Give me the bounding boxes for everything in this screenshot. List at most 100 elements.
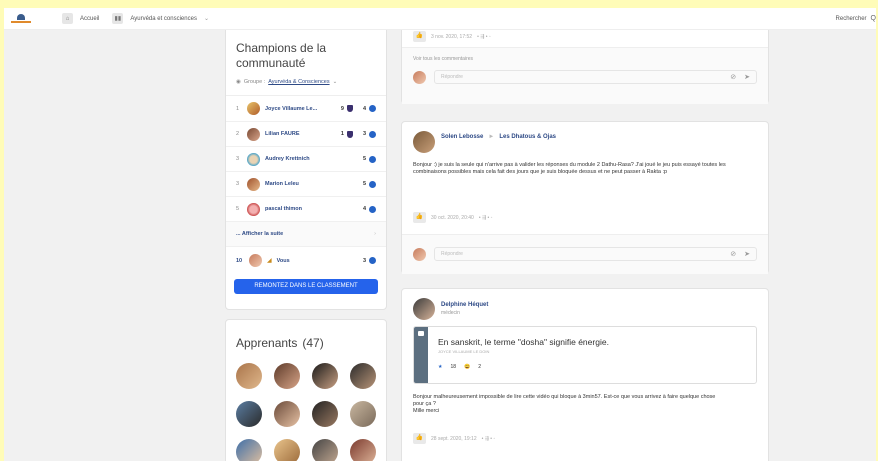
post-card: 👍 3 nov. 2020, 17:52 • ⇶ • ◦ Voir tous l… xyxy=(401,30,769,104)
avatar xyxy=(247,177,260,191)
avatar[interactable] xyxy=(312,363,338,389)
leaderboard-row[interactable]: 2 Lilian FAURE 1 3 xyxy=(226,121,386,146)
avatar xyxy=(249,254,262,267)
post-date: 28 sept. 2020, 19:12 xyxy=(431,435,477,442)
star-icon[interactable]: ★ xyxy=(438,364,442,370)
chevron-right-icon[interactable]: › xyxy=(374,231,376,237)
quote-card[interactable]: En sanskrit, le terme "dosha" signifie é… xyxy=(413,326,757,384)
member-name[interactable]: Marion Leleu xyxy=(265,181,358,187)
author-name[interactable]: Delphine Héquet xyxy=(441,302,488,308)
member-name[interactable]: pascal thimon xyxy=(265,206,358,212)
author-name[interactable]: Solen Lebosse xyxy=(441,134,483,140)
leaderboard-row[interactable]: 3 Audrey Krettnich 5 xyxy=(226,146,386,171)
avatar[interactable] xyxy=(312,439,338,461)
avatar[interactable] xyxy=(350,363,376,389)
reply-input[interactable]: Répondre ⊘ ➤ xyxy=(434,70,757,84)
show-more-link[interactable]: ... Afficher la suite › xyxy=(226,221,386,246)
share-icon[interactable]: • ⇶ • ◦ xyxy=(479,215,493,221)
post-header: Delphine Héquet médecin xyxy=(402,289,768,320)
current-user-row[interactable]: 10 ◢ Vous 3 xyxy=(226,246,386,274)
avatar[interactable] xyxy=(413,131,435,153)
avatar[interactable] xyxy=(236,401,262,427)
show-more-label[interactable]: ... Afficher la suite xyxy=(236,231,369,237)
share-icon[interactable]: • ⇶ • ◦ xyxy=(482,436,496,442)
avatar[interactable] xyxy=(274,439,300,461)
send-icon[interactable]: ➤ xyxy=(744,73,750,81)
avatar[interactable] xyxy=(312,401,338,427)
chevron-down-icon[interactable]: ⌄ xyxy=(204,15,209,22)
avatar xyxy=(413,70,426,84)
post-card: Delphine Héquet médecin En sanskrit, le … xyxy=(401,288,769,461)
breadcrumb-home[interactable]: Accueil xyxy=(80,16,99,22)
reply-input[interactable]: Répondre ⊘ ➤ xyxy=(434,247,757,261)
points-count: 4 xyxy=(362,105,366,112)
breadcrumb-course[interactable]: Ayurvéda et consciences xyxy=(130,16,197,22)
rank-number: 3 xyxy=(236,156,240,162)
group-filter[interactable]: ◉ Groupe : Ayurvéda & Consciences ⌄ xyxy=(226,71,386,93)
search-label[interactable]: Rechercher xyxy=(836,16,867,22)
climb-ranking-button[interactable]: REMONTEZ DANS LE CLASSEMENT xyxy=(234,279,378,294)
globe-icon xyxy=(369,130,376,138)
globe-icon xyxy=(369,180,376,188)
post-body-line: Mille merci xyxy=(413,408,440,414)
post-body-line: Bonjour malheureusement impossible de li… xyxy=(413,394,716,407)
post-meta: 👍 30 oct. 2020, 20:40 • ⇶ • ◦ xyxy=(413,212,492,223)
member-name[interactable]: Joyce Villaume Le... xyxy=(265,106,336,112)
post-body: Bonjour :) je suis la seule qui n'arrive… xyxy=(413,162,726,175)
book-icon[interactable]: ▮▮ xyxy=(112,13,124,24)
leaderboard-row[interactable]: 1 Joyce Villaume Le... 9 4 xyxy=(226,96,386,121)
like-button[interactable]: 👍 xyxy=(413,31,426,42)
points-count: 4 xyxy=(362,206,366,212)
like-button[interactable]: 👍 xyxy=(413,433,426,444)
points-count: 5 xyxy=(362,181,366,187)
laugh-emoji-icon[interactable]: 😄 xyxy=(464,364,470,370)
leaderboard-row[interactable]: 3 Marion Leleu 5 xyxy=(226,171,386,196)
top-navigation-bar: ⌂ Accueil ▮▮ Ayurvéda et consciences ⌄ R… xyxy=(4,8,876,30)
like-button[interactable]: 👍 xyxy=(413,212,426,223)
avatar xyxy=(247,152,260,166)
site-logo[interactable] xyxy=(10,13,32,25)
group-link[interactable]: Les Dhatous & Ojas xyxy=(499,134,556,140)
avatar[interactable] xyxy=(274,401,300,427)
chevron-down-icon[interactable]: ⌄ xyxy=(333,79,338,85)
leaderboard-row[interactable]: 5 pascal thimon 4 xyxy=(226,196,386,221)
member-name[interactable]: Vous xyxy=(277,258,358,264)
star-count: 18 xyxy=(450,364,457,370)
points-count: 3 xyxy=(362,257,366,264)
avatar[interactable] xyxy=(236,439,262,461)
champions-card: Champions de la communauté ◉ Groupe : Ay… xyxy=(225,30,387,310)
rank-number: 10 xyxy=(236,257,243,264)
avatar[interactable] xyxy=(413,298,435,320)
send-icon[interactable]: ➤ xyxy=(744,250,750,258)
badge-count: 9 xyxy=(340,105,344,112)
avatar[interactable] xyxy=(236,363,262,389)
shield-icon xyxy=(346,105,353,112)
group-select[interactable]: Ayurvéda & Consciences xyxy=(268,79,329,85)
globe-icon xyxy=(369,205,376,213)
author-role: médecin xyxy=(441,310,460,316)
paperclip-icon[interactable]: ⊘ xyxy=(730,250,736,258)
quote-reactions: ★ 18 😄 2 xyxy=(438,364,746,370)
home-icon[interactable]: ⌂ xyxy=(62,13,73,24)
member-name[interactable]: Lilian FAURE xyxy=(265,131,336,137)
share-icon[interactable]: • ⇶ • ◦ xyxy=(477,34,491,40)
reply-row: Répondre ⊘ ➤ xyxy=(402,70,768,84)
group-label: Groupe : xyxy=(243,79,266,85)
paperclip-icon[interactable]: ⊘ xyxy=(730,73,736,81)
member-name[interactable]: Audrey Krettnich xyxy=(265,156,358,162)
breadcrumb: ⌂ Accueil ▮▮ Ayurvéda et consciences ⌄ xyxy=(62,13,209,24)
avatar xyxy=(247,127,260,141)
globe-icon xyxy=(369,257,376,264)
post-header: Solen Lebosse ► Les Dhatous & Ojas xyxy=(402,122,768,153)
globe-icon xyxy=(369,155,376,163)
learners-card: Apprenants (47) xyxy=(225,319,387,461)
avatar[interactable] xyxy=(350,439,376,461)
search-icon[interactable]: Q xyxy=(871,15,876,22)
view-all-comments-link[interactable]: Voir tous les commentaires xyxy=(402,48,768,70)
avatar[interactable] xyxy=(350,401,376,427)
avatar[interactable] xyxy=(274,363,300,389)
post-card: Solen Lebosse ► Les Dhatous & Ojas Bonjo… xyxy=(401,121,769,274)
search-area[interactable]: Rechercher Q xyxy=(836,15,876,22)
post-meta: 👍 3 nov. 2020, 17:52 • ⇶ • ◦ xyxy=(413,31,491,42)
globe-icon xyxy=(369,105,376,112)
